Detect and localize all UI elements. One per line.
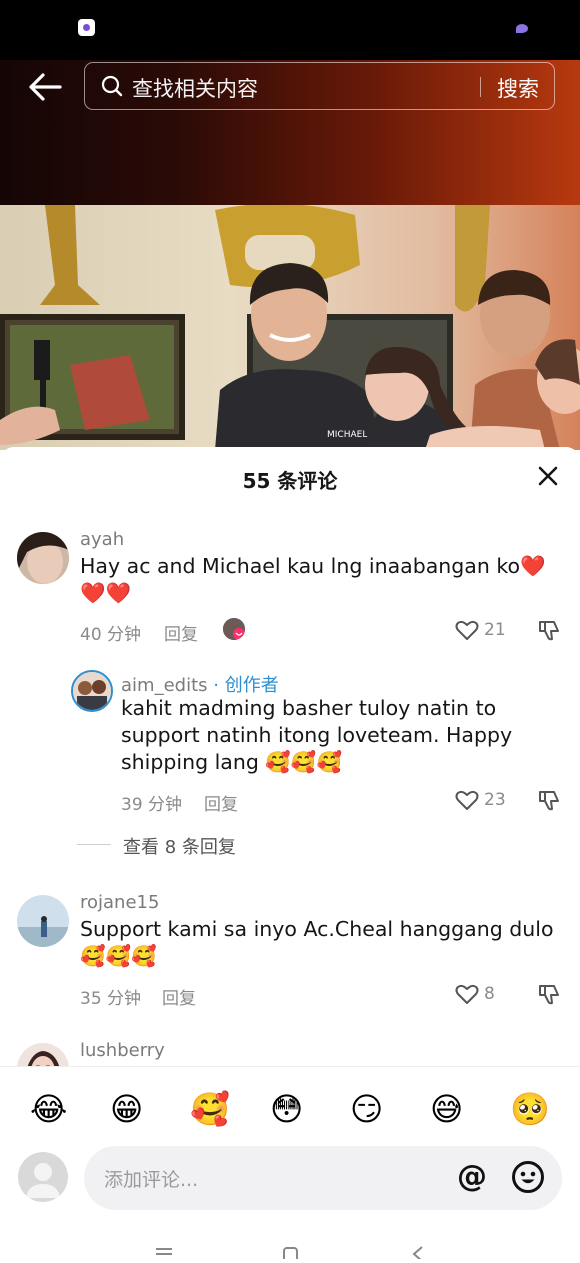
emoji-button[interactable]: 😳 xyxy=(270,1089,303,1129)
video-frame[interactable]: MICHAEL xyxy=(0,205,580,450)
search-icon xyxy=(101,75,123,97)
avatar[interactable] xyxy=(17,532,69,584)
comment-username[interactable]: aim_edits · 创作者 xyxy=(121,671,279,697)
avatar-image xyxy=(73,672,111,710)
heart-icon[interactable] xyxy=(455,983,479,1005)
reply-button[interactable]: 回复 xyxy=(162,984,196,1009)
view-replies-button[interactable]: 查看 8 条回复 xyxy=(123,833,236,859)
search-button[interactable]: 搜索 xyxy=(497,73,539,103)
search-divider xyxy=(480,77,481,97)
comment-text: Hay ac and Michael kau lng inaabangan ko… xyxy=(80,554,546,605)
emoji-button[interactable]: 😁 xyxy=(110,1089,143,1129)
shirt-text: MICHAEL xyxy=(327,430,367,440)
like-count: 23 xyxy=(484,790,506,810)
nav-icons xyxy=(156,1246,423,1262)
app-notification-icon xyxy=(78,19,95,36)
comment-input-placeholder[interactable]: 添加评论... xyxy=(104,1165,198,1192)
comment-time: 39 分钟 xyxy=(121,795,183,815)
emoji-button[interactable]: 🥺 xyxy=(510,1089,550,1129)
emoji-button[interactable]: 🥰 xyxy=(190,1089,230,1129)
my-avatar xyxy=(18,1152,68,1202)
home-icon[interactable] xyxy=(283,1247,298,1262)
comment-input[interactable]: 添加评论... @ xyxy=(84,1146,562,1210)
emoji-button[interactable]: 😏 xyxy=(350,1089,383,1129)
back-icon[interactable] xyxy=(412,1246,423,1262)
creator-badge: · 创作者 xyxy=(213,675,279,696)
avatar-image xyxy=(17,895,69,947)
video-scene-image: MICHAEL xyxy=(0,205,580,450)
smiley-icon[interactable] xyxy=(511,1160,545,1194)
reply-button[interactable]: 回复 xyxy=(164,620,198,645)
comment-username[interactable]: ayah xyxy=(80,529,124,550)
emoji-button[interactable]: 😂 xyxy=(30,1089,67,1129)
search-input[interactable]: 查找相关内容 xyxy=(132,73,258,103)
creator-liked-badge-icon xyxy=(223,618,245,640)
status-bar xyxy=(0,0,580,60)
comment-time: 40 分钟 xyxy=(80,625,142,645)
comment-time: 35 分钟 xyxy=(80,989,142,1009)
avatar[interactable] xyxy=(17,895,69,947)
comment-text: Support kami sa inyo Ac.Cheal hanggang d… xyxy=(80,917,554,968)
heart-icon[interactable] xyxy=(455,789,479,811)
back-arrow-icon xyxy=(29,73,62,101)
back-button[interactable] xyxy=(26,70,64,104)
heart-icon[interactable] xyxy=(455,619,479,641)
default-avatar-icon xyxy=(26,1163,60,1198)
like-count: 21 xyxy=(484,620,506,640)
system-nav-bar xyxy=(0,1236,580,1262)
avatar-image xyxy=(17,532,69,584)
dislike-icon[interactable] xyxy=(537,788,561,812)
emoji-quick-bar: 😂 😁 🥰 😳 😏 😅 🥺 xyxy=(0,1066,580,1147)
menu-icon[interactable] xyxy=(156,1248,172,1255)
comment-username-text[interactable]: aim_edits xyxy=(121,675,208,696)
creator-liked-avatar xyxy=(223,618,245,640)
comments-title: 55 条评论 xyxy=(242,469,338,493)
search-bar[interactable]: 查找相关内容 搜索 xyxy=(84,62,555,110)
comment-username[interactable]: lushberry xyxy=(80,1040,165,1061)
emoji-button[interactable]: 😅 xyxy=(430,1089,463,1129)
status-indicator-icon xyxy=(516,24,528,33)
comment-text: kahit madming basher tuloy natin to supp… xyxy=(121,696,513,774)
reply-button[interactable]: 回复 xyxy=(204,790,238,815)
dislike-icon[interactable] xyxy=(537,618,561,642)
mention-button[interactable]: @ xyxy=(457,1159,487,1195)
like-count: 8 xyxy=(484,984,495,1004)
view-replies-divider xyxy=(77,844,111,845)
close-icon[interactable] xyxy=(537,465,559,487)
dislike-icon[interactable] xyxy=(537,982,561,1006)
comment-username[interactable]: rojane15 xyxy=(80,892,159,913)
avatar[interactable] xyxy=(71,670,113,712)
